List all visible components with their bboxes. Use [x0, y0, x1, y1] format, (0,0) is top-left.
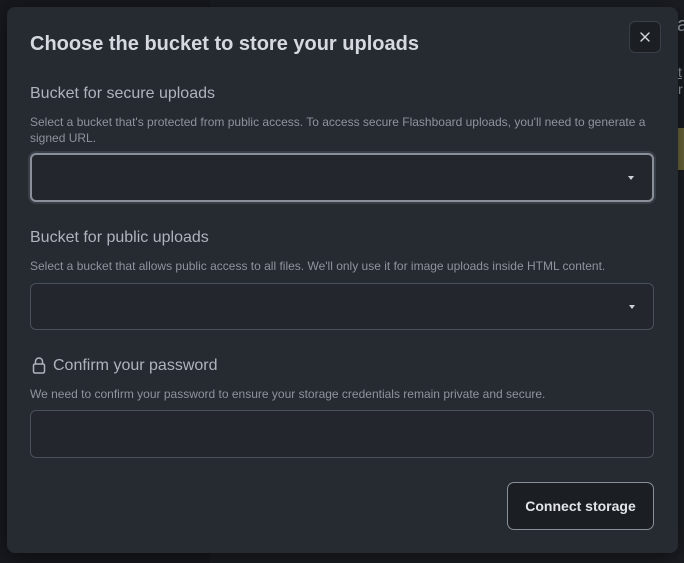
background-title-peek: a: [677, 14, 684, 36]
password-help: We need to confirm your password to ensu…: [30, 387, 546, 401]
background-link-peek: t: [678, 64, 682, 80]
lock-icon: [32, 357, 46, 374]
secure-bucket-help: Select a bucket that's protected from pu…: [30, 115, 646, 145]
modal-title: Choose the bucket to store your uploads: [30, 33, 419, 55]
password-field[interactable]: [30, 410, 654, 458]
bucket-modal: Choose the bucket to store your uploads …: [7, 7, 678, 553]
public-bucket-select[interactable]: [30, 283, 654, 330]
connect-storage-button[interactable]: Connect storage: [507, 482, 654, 530]
chevron-down-icon: [629, 304, 635, 309]
secure-bucket-label: Bucket for secure uploads: [30, 85, 215, 102]
public-bucket-help: Select a bucket that allows public acces…: [30, 259, 606, 273]
close-button[interactable]: [629, 21, 661, 53]
chevron-down-icon: [628, 175, 634, 180]
background-text-peek: r: [678, 81, 683, 97]
close-icon: [640, 32, 650, 42]
secure-bucket-select[interactable]: [30, 153, 654, 202]
password-label: Confirm your password: [53, 357, 218, 374]
public-bucket-label: Bucket for public uploads: [30, 229, 209, 246]
